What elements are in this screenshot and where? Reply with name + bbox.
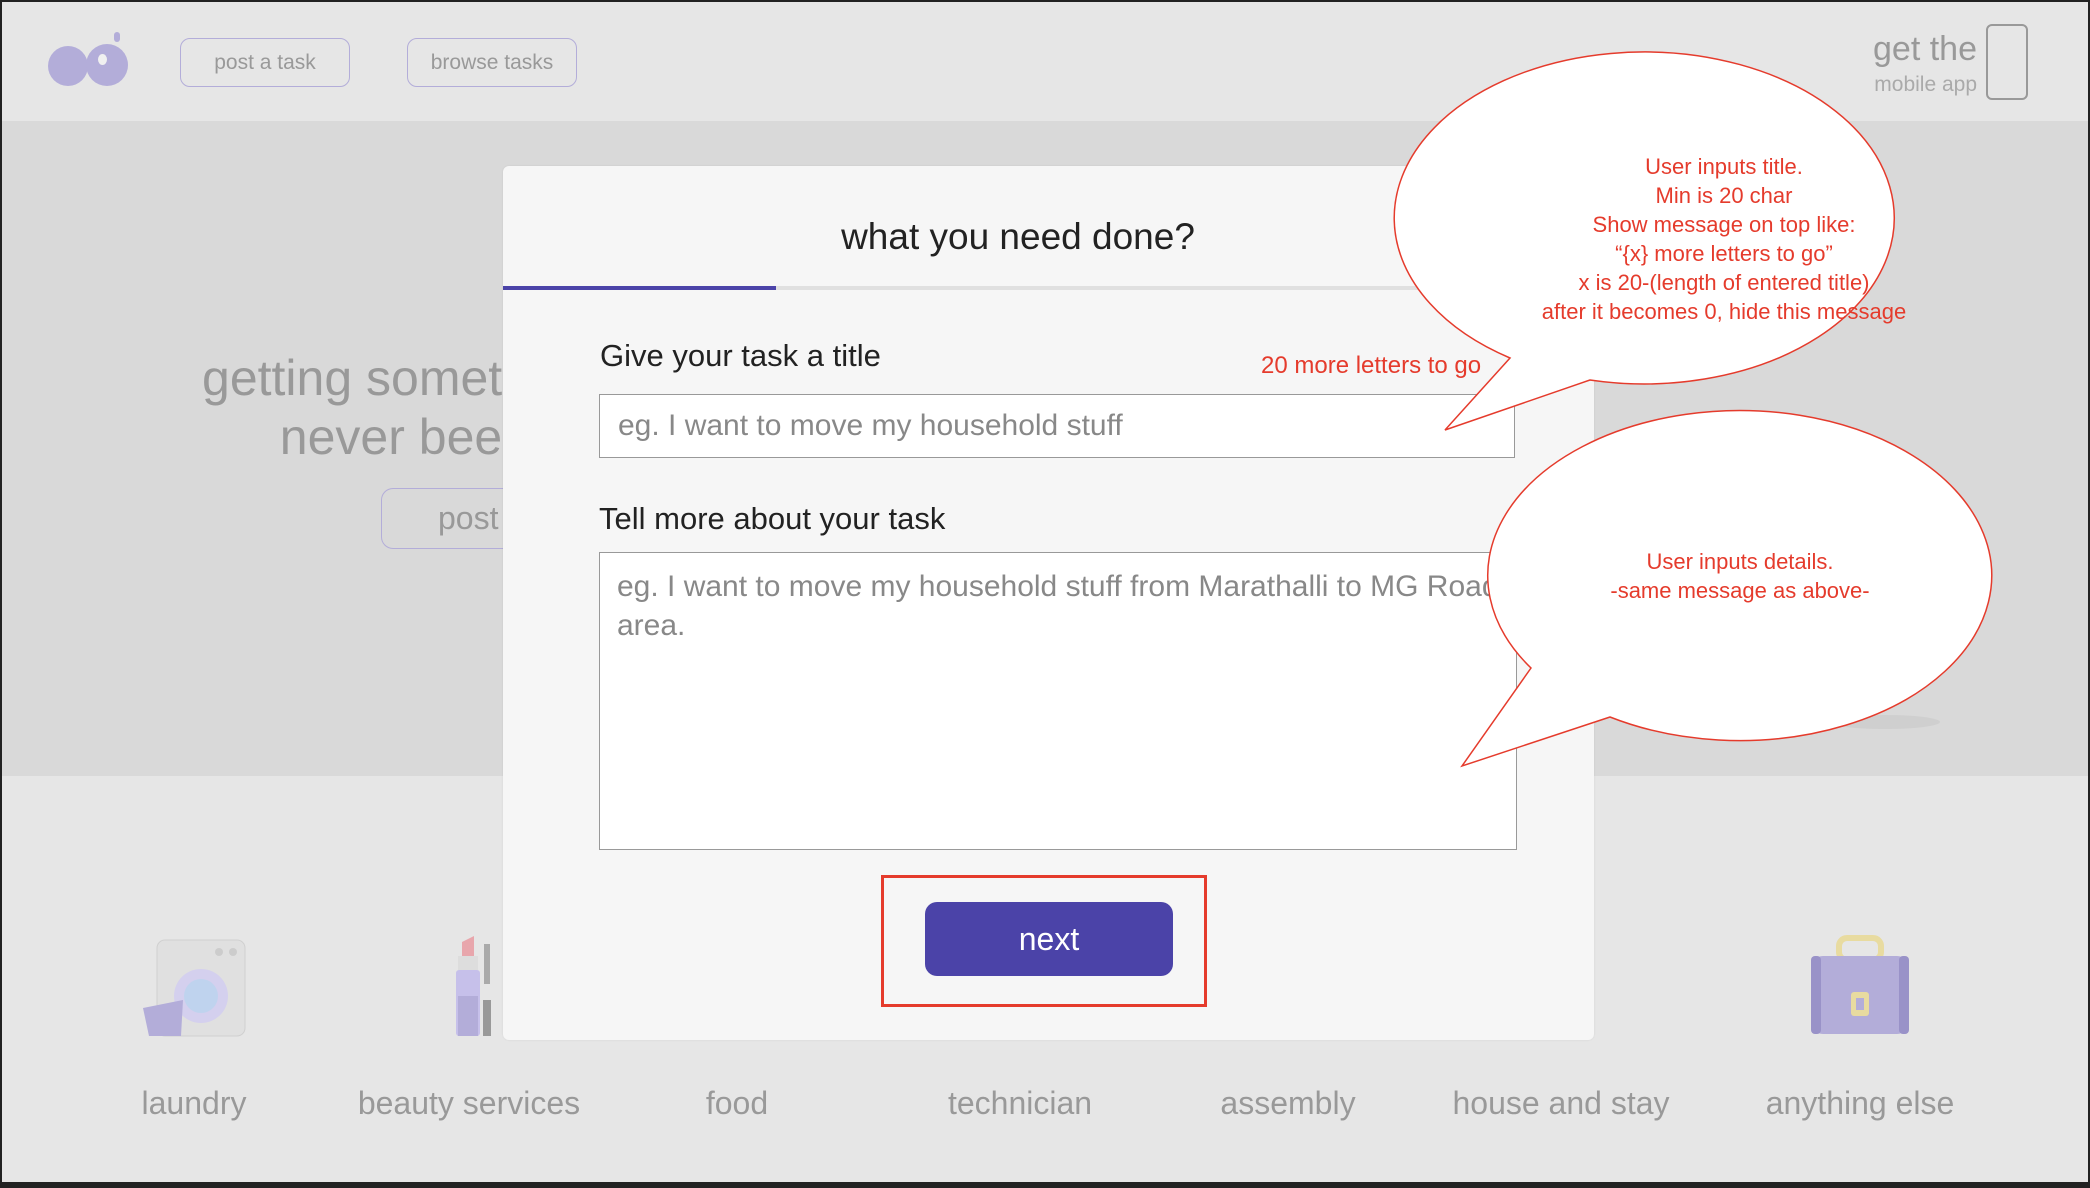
app-promo-subtext: mobile app [1874, 73, 1977, 96]
details-label: Tell more about your task [599, 501, 946, 536]
washing-machine-icon [139, 930, 249, 1040]
title-note-line: x is 20-(length of entered title) [1578, 270, 1870, 295]
title-note-line: “{x} more letters to go” [1615, 241, 1833, 266]
category-label: house and stay [1452, 1085, 1670, 1121]
browse-tasks-button[interactable]: browse tasks [407, 38, 577, 87]
progress-fill [503, 286, 776, 290]
details-note-line: -same message as above- [1610, 578, 1870, 603]
category-label: technician [947, 1085, 1093, 1121]
task-details-input[interactable] [599, 552, 1517, 850]
category-laundry[interactable]: laundry [69, 930, 319, 1121]
category-label: assembly [1220, 1085, 1356, 1121]
modal-title: what you need done? [841, 216, 1195, 257]
phone-icon [1986, 24, 2028, 100]
title-label: Give your task a title [600, 338, 881, 373]
category-anything-else[interactable]: anything else [1735, 930, 1985, 1121]
mobile-app-promo[interactable]: get the mobile app [1856, 24, 2036, 104]
hero-illustration-shadow [1830, 715, 1940, 729]
title-annotation: User inputs title. Min is 20 char Show m… [1474, 152, 1974, 326]
top-header: post a task browse tasks get the mobile … [0, 0, 2090, 121]
category-label: food [705, 1085, 769, 1121]
hero-line-2: never been [279, 409, 530, 465]
app-promo-heading: get the [1873, 30, 1977, 68]
details-annotation: User inputs details. -same message as ab… [1490, 547, 1990, 605]
hero-line-1: getting someth [202, 350, 530, 406]
next-button[interactable]: next [925, 902, 1173, 976]
category-label: laundry [141, 1085, 247, 1121]
progress-bar [503, 286, 1594, 290]
hero-post-button[interactable]: post [381, 488, 521, 549]
brand-logo[interactable] [48, 32, 130, 92]
hero-headline: getting someth never been [150, 349, 530, 467]
post-task-button[interactable]: post a task [180, 38, 350, 87]
briefcase-icon [1805, 930, 1915, 1040]
title-letter-counter: 20 more letters to go [1261, 352, 1482, 379]
details-note-line: User inputs details. [1646, 549, 1834, 574]
title-note-line: User inputs title. [1645, 154, 1803, 179]
title-note-line: Show message on top like: [1592, 212, 1856, 237]
title-note-line: Min is 20 char [1655, 183, 1793, 208]
title-note-line: after it becomes 0, hide this message [1541, 299, 1907, 324]
category-label: anything else [1765, 1085, 1955, 1121]
task-title-input[interactable] [599, 394, 1515, 458]
category-label: beauty services [357, 1085, 581, 1121]
post-task-modal: what you need done? Give your task a tit… [503, 166, 1594, 1040]
